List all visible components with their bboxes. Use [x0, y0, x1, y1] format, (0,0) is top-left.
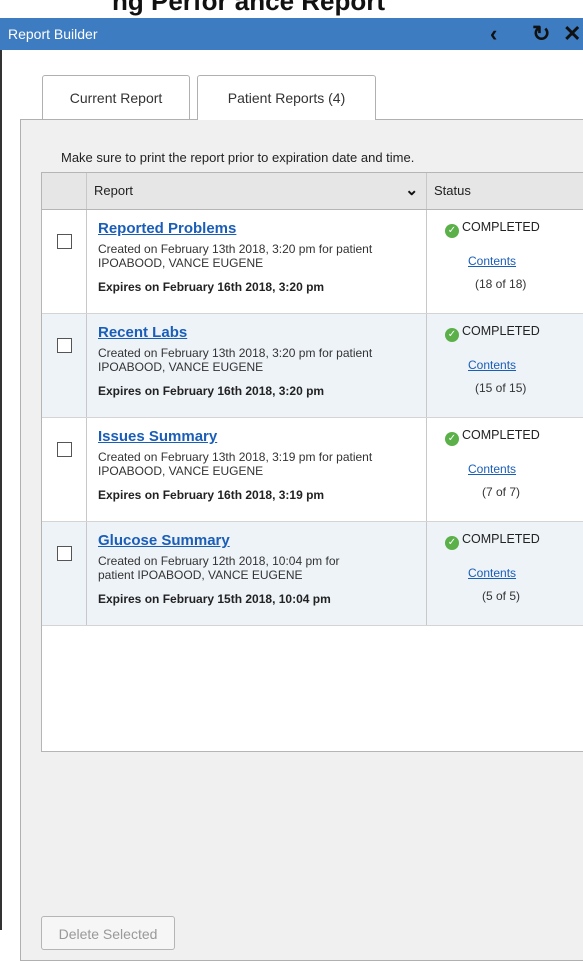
table-row: Recent Labs Created on February 13th 201…: [42, 314, 583, 418]
status-badge: ✓ COMPLETED: [445, 428, 540, 446]
table-row: Glucose Summary Created on February 12th…: [42, 522, 583, 626]
reports-table: Report ⌄ Status Reported Problems Create…: [41, 172, 583, 752]
report-created: Created on February 13th 2018, 3:19 pm f…: [98, 450, 373, 478]
window-title: Report Builder: [8, 26, 98, 42]
row-checkbox-cell: [42, 418, 87, 521]
column-header-report: Report: [94, 183, 134, 198]
refresh-icon[interactable]: ↻: [532, 21, 550, 47]
header-checkbox-column: [42, 173, 87, 209]
back-icon[interactable]: ‹: [490, 21, 497, 47]
check-circle-icon: ✓: [445, 536, 459, 550]
report-expires: Expires on February 15th 2018, 10:04 pm: [98, 592, 331, 606]
row-checkbox[interactable]: [57, 338, 72, 353]
table-row: Reported Problems Created on February 13…: [42, 210, 583, 314]
row-checkbox-cell: [42, 314, 87, 417]
column-divider: [426, 210, 427, 313]
close-icon[interactable]: ✕: [563, 21, 581, 47]
tab-patient-reports[interactable]: Patient Reports (4): [197, 75, 376, 120]
strip-text: ng Perfor ance Report: [112, 0, 386, 16]
row-checkbox-cell: [42, 522, 87, 625]
column-header-status: Status: [434, 183, 471, 198]
report-created: Created on February 12th 2018, 10:04 pm …: [98, 554, 340, 582]
contents-count: (5 of 5): [482, 589, 521, 603]
top-strip: ng Perfor ance Report: [0, 0, 583, 18]
contents-link[interactable]: Contents: [468, 358, 516, 372]
row-checkbox[interactable]: [57, 546, 72, 561]
status-text: COMPLETED: [462, 428, 540, 442]
tab-current-report[interactable]: Current Report: [42, 75, 190, 119]
report-created: Created on February 13th 2018, 3:20 pm f…: [98, 346, 373, 374]
status-text: COMPLETED: [462, 532, 540, 546]
report-link[interactable]: Issues Summary: [98, 428, 217, 445]
column-divider: [426, 522, 427, 625]
check-circle-icon: ✓: [445, 328, 459, 342]
tab-content: Make sure to print the report prior to e…: [20, 119, 583, 961]
delete-selected-button[interactable]: Delete Selected: [41, 916, 175, 950]
contents-link[interactable]: Contents: [468, 462, 516, 476]
status-text: COMPLETED: [462, 324, 540, 338]
contents-link[interactable]: Contents: [468, 566, 516, 580]
report-link[interactable]: Glucose Summary: [98, 532, 230, 549]
status-badge: ✓ COMPLETED: [445, 324, 540, 342]
row-checkbox[interactable]: [57, 442, 72, 457]
table-header: Report ⌄ Status: [42, 173, 583, 210]
report-expires: Expires on February 16th 2018, 3:20 pm: [98, 384, 325, 398]
chevron-down-icon[interactable]: ⌄: [405, 180, 418, 200]
report-link[interactable]: Recent Labs: [98, 324, 187, 341]
contents-count: (18 of 18): [475, 277, 527, 291]
table-row: Issues Summary Created on February 13th …: [42, 418, 583, 522]
status-badge: ✓ COMPLETED: [445, 532, 540, 550]
row-checkbox-cell: [42, 210, 87, 313]
row-checkbox[interactable]: [57, 234, 72, 249]
report-builder-panel: Current Report Patient Reports (4) Make …: [0, 50, 583, 961]
titlebar: Report Builder ‹ ↻ ✕: [0, 18, 583, 50]
column-divider: [426, 418, 427, 521]
column-divider: [426, 314, 427, 417]
report-link[interactable]: Reported Problems: [98, 220, 236, 237]
report-created: Created on February 13th 2018, 3:20 pm f…: [98, 242, 373, 270]
contents-count: (15 of 15): [475, 381, 527, 395]
status-text: COMPLETED: [462, 220, 540, 234]
report-expires: Expires on February 16th 2018, 3:20 pm: [98, 280, 325, 294]
status-badge: ✓ COMPLETED: [445, 220, 540, 238]
report-expires: Expires on February 16th 2018, 3:19 pm: [98, 488, 325, 502]
check-circle-icon: ✓: [445, 432, 459, 446]
contents-count: (7 of 7): [482, 485, 521, 499]
print-notice: Make sure to print the report prior to e…: [61, 150, 415, 165]
contents-link[interactable]: Contents: [468, 254, 516, 268]
column-divider: [426, 173, 427, 209]
check-circle-icon: ✓: [445, 224, 459, 238]
